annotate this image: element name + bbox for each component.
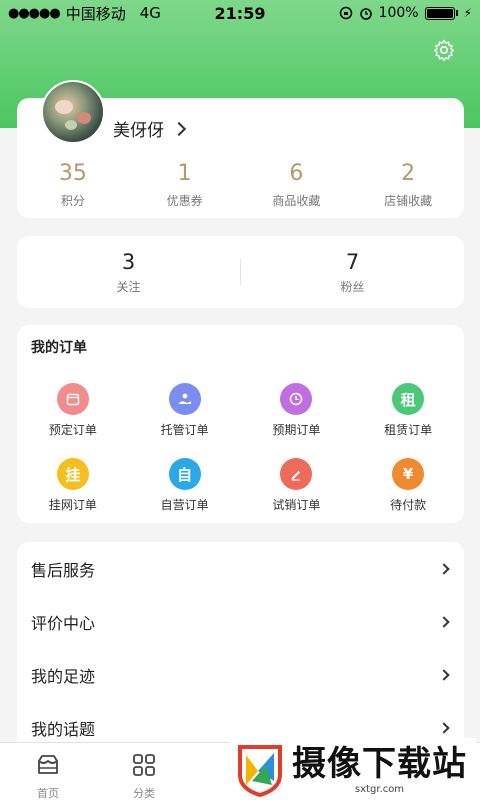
chevron-right-icon (171, 121, 187, 136)
menu-item-footprints[interactable]: 我的足迹 (17, 648, 464, 701)
self-icon: 自 (168, 458, 201, 490)
profile-card: 美伢伢 35 积分 1 优惠券 6 商品收藏 2 店铺收藏 (17, 80, 464, 218)
tab-label: 分类 (133, 787, 155, 800)
stat-value: 6 (289, 161, 304, 186)
grid-icon (133, 754, 155, 776)
calendar-icon (56, 383, 89, 415)
following-count[interactable]: 3 关注 (17, 250, 240, 295)
alarm-icon (359, 8, 372, 20)
follow-value: 7 (345, 249, 360, 274)
orders-title: 我的订单 (31, 340, 87, 356)
order-reserved[interactable]: 预定订单 (17, 383, 129, 438)
chevron-right-icon (438, 562, 450, 575)
stat-label: 优惠券 (166, 194, 203, 208)
tab-label: 首页 (37, 787, 59, 800)
order-custody[interactable]: 托管订单 (129, 383, 241, 438)
menu-item-reviews[interactable]: 评价中心 (17, 595, 464, 648)
follow-value: 3 (121, 249, 136, 274)
clock-icon (280, 383, 313, 415)
order-label: 预期订单 (272, 423, 321, 437)
profile-stats: 35 积分 1 优惠券 6 商品收藏 2 店铺收藏 (17, 160, 464, 209)
home-icon (38, 755, 58, 774)
orders-card: 我的订单 预定订单 托管订单 预期订单 租 租赁订单 挂 挂网订单 自 自营订单… (17, 325, 464, 523)
yen-icon: ¥ (392, 458, 425, 490)
watermark-logo (238, 745, 282, 797)
order-pending-payment[interactable]: ¥ 待付款 (352, 458, 464, 513)
status-right: 100% ⚡ (339, 5, 472, 21)
watermark-url: sxtgr.com (354, 783, 405, 795)
pen-icon (280, 458, 313, 490)
menu-label: 我的足迹 (31, 666, 96, 686)
watermark-title: 摄像下载站 (292, 743, 467, 784)
stat-product-favorites[interactable]: 6 商品收藏 (241, 160, 353, 209)
charging-icon: ⚡ (463, 6, 472, 20)
order-listed[interactable]: 挂 挂网订单 (17, 458, 129, 513)
stat-value: 1 (177, 161, 192, 186)
order-rental[interactable]: 租 租赁订单 (352, 383, 464, 438)
settings-gear-icon[interactable] (432, 38, 456, 62)
watermark: 摄像下载站 sxtgr.com (230, 738, 476, 800)
menu-label: 评价中心 (31, 613, 96, 633)
menu-list: 售后服务 评价中心 我的足迹 我的话题 (17, 542, 464, 742)
order-label: 挂网订单 (48, 498, 97, 512)
follow-label: 关注 (116, 279, 141, 294)
hang-icon: 挂 (56, 458, 89, 490)
follow-label: 粉丝 (340, 279, 365, 294)
stat-label: 商品收藏 (272, 194, 321, 208)
battery-icon (424, 6, 455, 20)
tab-category[interactable]: 分类 (96, 743, 192, 800)
order-label: 试销订单 (272, 498, 321, 512)
status-bar: ●●●●● 中国移动 4G 21:59 100% ⚡ (0, 0, 480, 26)
chevron-right-icon (438, 615, 450, 628)
order-label: 待付款 (390, 498, 427, 512)
order-label: 租赁订单 (384, 423, 433, 437)
menu-label: 售后服务 (31, 560, 96, 580)
follow-card: 3 关注 7 粉丝 (17, 236, 464, 308)
stat-label: 积分 (60, 194, 85, 208)
stat-value: 35 (58, 161, 87, 186)
rotation-lock-icon (339, 6, 352, 20)
hand-person-icon (168, 383, 201, 415)
order-label: 预定订单 (48, 423, 97, 437)
chevron-right-icon (438, 721, 450, 734)
username: 美伢伢 (113, 121, 164, 141)
stat-value: 2 (401, 161, 416, 186)
tab-home[interactable]: 首页 (0, 743, 96, 800)
order-label: 托管订单 (160, 423, 209, 437)
stat-store-favorites[interactable]: 2 店铺收藏 (352, 160, 464, 209)
chevron-right-icon (438, 668, 450, 681)
rent-icon: 租 (392, 383, 425, 415)
battery-cap (455, 10, 458, 16)
stat-label: 店铺收藏 (384, 194, 433, 208)
order-label: 自营订单 (160, 498, 209, 512)
followers-count[interactable]: 7 粉丝 (241, 250, 464, 295)
menu-item-after-sales[interactable]: 售后服务 (17, 542, 464, 595)
watermark-text: 摄像下载站 sxtgr.com (292, 744, 467, 795)
stat-points[interactable]: 35 积分 (17, 160, 129, 209)
profile-name-link[interactable]: 美伢伢 (113, 116, 187, 141)
order-trial[interactable]: 试销订单 (241, 458, 353, 513)
orders-grid: 预定订单 托管订单 预期订单 租 租赁订单 挂 挂网订单 自 自营订单 试销订单… (17, 383, 464, 513)
battery-percent: 100% (378, 5, 419, 21)
order-expected[interactable]: 预期订单 (241, 383, 353, 438)
avatar[interactable] (41, 80, 105, 144)
menu-label: 我的话题 (31, 719, 96, 739)
order-self-operated[interactable]: 自 自营订单 (129, 458, 241, 513)
stat-coupons[interactable]: 1 优惠券 (129, 160, 241, 209)
